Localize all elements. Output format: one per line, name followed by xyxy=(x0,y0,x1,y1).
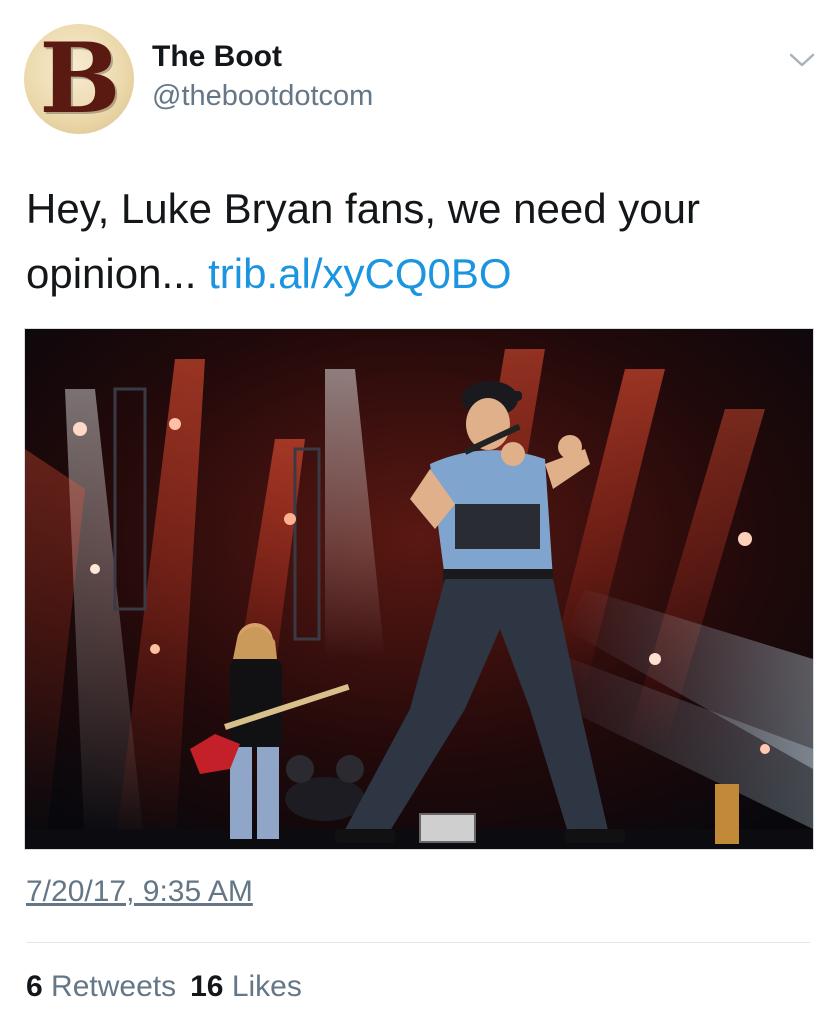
divider xyxy=(26,942,810,943)
avatar-logo-letter: B xyxy=(39,24,120,134)
chevron-down-icon[interactable] xyxy=(788,50,816,70)
concert-photo xyxy=(25,329,813,849)
likes-count: 16 xyxy=(190,970,224,1003)
retweets-label: Retweets xyxy=(51,970,177,1003)
tweet-text: Hey, Luke Bryan fans, we need your opini… xyxy=(26,176,816,306)
avatar[interactable]: B xyxy=(24,24,134,134)
retweets-count: 6 xyxy=(26,970,43,1003)
retweets-stat[interactable]: 6 Retweets xyxy=(26,970,176,1003)
likes-stat[interactable]: 16 Likes xyxy=(190,970,302,1003)
tweet-photo[interactable] xyxy=(24,328,814,850)
tweet-stats: 6 Retweets 16 Likes xyxy=(26,970,302,1004)
tweet-link[interactable]: trib.al/xyCQ0BO xyxy=(208,250,511,297)
likes-label: Likes xyxy=(231,970,302,1003)
tweet-timestamp[interactable]: 7/20/17, 9:35 AM xyxy=(26,875,253,909)
account-name[interactable]: The Boot xyxy=(152,40,282,74)
account-handle[interactable]: @thebootdotcom xyxy=(152,80,373,113)
